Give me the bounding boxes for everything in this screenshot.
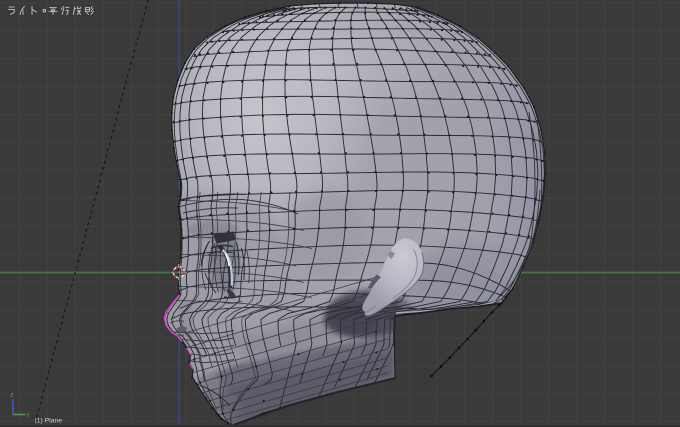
svg-text:y: y: [27, 413, 30, 419]
svg-text:(1) Plane: (1) Plane: [35, 418, 63, 425]
svg-text:z: z: [11, 393, 14, 399]
